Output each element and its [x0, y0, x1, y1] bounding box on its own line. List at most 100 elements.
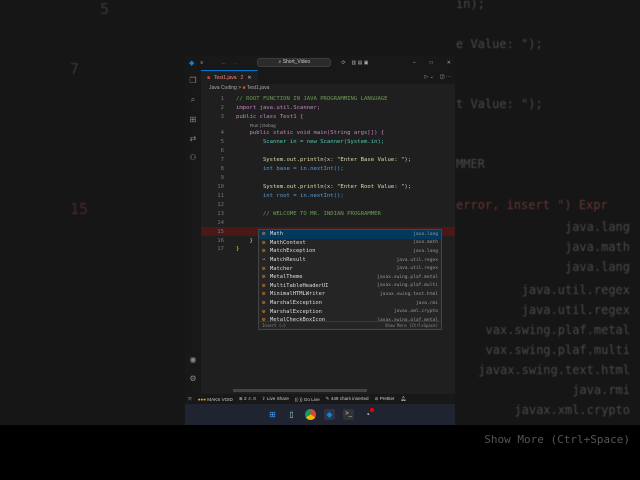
bg-text: java.lang: [564, 260, 630, 274]
line-number: 14: [217, 219, 224, 226]
code-line[interactable]: 9: [201, 174, 455, 183]
forward-icon[interactable]: →: [232, 60, 237, 66]
maximize-icon[interactable]: □: [430, 60, 433, 66]
bg-text: e Value: ");: [456, 37, 543, 51]
suggestion-label: Math: [270, 231, 283, 238]
suggestion-item[interactable]: ⚙ MarshalException javax.xml.crypto: [259, 307, 441, 316]
breadcrumb-folder[interactable]: Java Coding: [209, 85, 237, 91]
menu-icon[interactable]: ≡: [200, 60, 203, 66]
search-icon[interactable]: ⌕: [191, 95, 195, 105]
back-icon[interactable]: ←: [221, 60, 226, 66]
layout-icon[interactable]: ▥ ▤ ▣: [352, 60, 369, 66]
bg-text: 5: [100, 0, 110, 18]
suggestion-item[interactable]: ⚙ MarshalException java.rmi: [259, 299, 441, 308]
bg-text: 7: [70, 60, 80, 78]
suggestion-package: java.util.regex: [396, 266, 439, 272]
java-file-icon: ■: [242, 85, 246, 91]
suggestion-item[interactable]: ⊸ MatchResult java.util.regex: [259, 256, 441, 265]
obs-icon[interactable]: ◔: [362, 408, 374, 420]
windows-start-icon[interactable]: ⊞: [267, 409, 278, 420]
run-icon[interactable]: ▷ ⌄: [424, 74, 433, 80]
remote-icon[interactable]: ⇄: [190, 134, 197, 143]
bg-text: error, insert ") Expr: [456, 198, 608, 212]
bg-text: java.util.regex: [521, 303, 630, 317]
code-line[interactable]: 2 import java.util.Scanner;: [201, 104, 455, 113]
suggestion-label: MarshalException: [270, 300, 322, 307]
suggestion-item[interactable]: ⚙ MathContext java.math: [259, 239, 441, 248]
prettier-label: Prettier: [379, 396, 395, 401]
code-line[interactable]: 1 // ROOT FUNCTION IN JAVA PROGRAMMING LA…: [201, 95, 455, 104]
suggestion-label: MarshalException: [270, 308, 322, 315]
bg-text: java.util.regex: [521, 283, 630, 297]
line-number: 10: [217, 183, 224, 190]
prettier-item[interactable]: ⊘ Prettier: [375, 396, 395, 402]
live-share-icon[interactable]: ⚇: [189, 153, 196, 162]
go-live-item[interactable]: ((·)) Go Live: [295, 397, 320, 402]
code-line[interactable]: 12: [201, 200, 455, 209]
suggestion-item[interactable]: ⚙ MatchException java.lang: [259, 247, 441, 256]
minimize-icon[interactable]: –: [413, 60, 416, 66]
class-icon: ⚙: [262, 239, 266, 246]
code-line[interactable]: 8 int base = in.nextInt();: [201, 165, 455, 174]
code-line[interactable]: 14: [201, 218, 455, 227]
bg-text: javax.swing.text.html: [478, 363, 630, 377]
class-icon: ⚙: [262, 248, 266, 255]
close-icon[interactable]: ✕: [447, 60, 451, 66]
run-debug-codelens[interactable]: Run | Debug: [236, 123, 276, 128]
code-line[interactable]: 4 public static void main(String args[])…: [201, 129, 455, 138]
code-line[interactable]: 3 public class Test1 {: [201, 113, 455, 122]
code-line[interactable]: 11 int root = in.nextInt();: [201, 191, 455, 200]
vscode-taskbar-icon[interactable]: ◆: [324, 409, 335, 420]
bell-icon[interactable]: 🔔︎: [401, 396, 407, 402]
suggestion-item[interactable]: ⚙ Matcher java.util.regex: [259, 264, 441, 273]
code-text: // WELCOME TO MR. INDIAN PROGRAMMER: [236, 210, 381, 217]
code-line[interactable]: 10 System.out.println(x: "Enter Root Val…: [201, 182, 455, 191]
terminal-icon[interactable]: >_: [343, 409, 354, 420]
show-more-hint[interactable]: Show More (Ctrl+Space): [385, 323, 438, 328]
class-icon: ⚙: [262, 282, 266, 289]
account-icon[interactable]: ◉: [190, 355, 197, 364]
suggestion-widget: ⚙ Math java.lang ⚙ MathContext java.math ⚙ Matc…: [258, 229, 442, 330]
activity-bar: ❐ ⌕ ⊞ ⇄ ⚇ ◉ ⚙: [185, 70, 201, 395]
profile-item[interactable]: ●●● MAKS VOID: [198, 397, 233, 402]
suggestion-item[interactable]: ⚙ MultiTableHeaderUI javax.swing.plaf.mult…: [259, 282, 441, 291]
code-line[interactable]: 13 // WELCOME TO MR. INDIAN PROGRAMMER: [201, 209, 455, 218]
settings-gear-icon[interactable]: ⚙: [189, 374, 196, 383]
code-line[interactable]: 5 Scanner in = new Scanner(System.in);: [201, 138, 455, 147]
status-bar: ⤧ ●●● MAKS VOID ⊗ 2 ⚠ 0 ⇪ Live Share ((·…: [185, 394, 455, 404]
tab-test1-java[interactable]: ■ Test1.java 2 ✕: [201, 70, 258, 84]
live-share-item[interactable]: ⇪ Live Share: [262, 396, 289, 402]
command-search[interactable]: ⌕ Short_Video: [257, 58, 332, 67]
copilot-icon[interactable]: ⟳: [341, 60, 345, 66]
horizontal-scrollbar[interactable]: [233, 389, 367, 392]
codelens[interactable]: Run | Debug: [201, 122, 455, 129]
chars-label: 449 chars inserted: [330, 396, 369, 401]
problem-count: 2: [240, 74, 244, 81]
suggestion-item[interactable]: ⚙ MetalTheme javax.swing.plaf.metal: [259, 273, 441, 282]
explorer-icon[interactable]: ❐: [189, 76, 196, 85]
code-line[interactable]: 6: [201, 147, 455, 156]
suggestion-item[interactable]: ⚙ MinimalHTMLWriter javax.swing.text.html: [259, 290, 441, 299]
split-editor-icon[interactable]: ◫ ⋯: [440, 74, 451, 80]
problems-item[interactable]: ⊗ 2 ⚠ 0: [239, 396, 256, 402]
suggestion-package: javax.swing.text.html: [379, 291, 438, 297]
extensions-icon[interactable]: ⊞: [190, 115, 197, 124]
suggestion-package: javax.swing.plaf.multi: [377, 283, 438, 289]
tab-close-icon[interactable]: ✕: [247, 75, 251, 81]
error-count: 2: [243, 396, 247, 401]
title-bar: ◆ ≡ ← → ⌕ Short_Video ⟳ ▥ ▤ ▣ – □ ✕: [185, 55, 455, 70]
line-number: 8: [220, 166, 224, 173]
code-text: // ROOT FUNCTION IN JAVA PROGRAMMING LAN…: [236, 96, 388, 103]
code-line[interactable]: 7 System.out.println(x: "Enter Base Valu…: [201, 156, 455, 165]
bg-text: java.lang: [564, 220, 630, 234]
code-text: System.out.println(x: "Enter Root Value:…: [236, 183, 412, 190]
class-icon: ⚙: [262, 308, 266, 315]
remote-icon[interactable]: ⤧: [188, 397, 192, 402]
search-label: Short_Video: [282, 59, 311, 65]
notepad-icon[interactable]: ▯: [286, 409, 297, 420]
suggestion-item[interactable]: ⚙ Math java.lang: [259, 230, 441, 239]
breadcrumb-file[interactable]: Test1.java: [247, 85, 270, 91]
chrome-icon[interactable]: [305, 409, 316, 420]
line-number: 6: [220, 148, 224, 155]
suggestion-label: MultiTableHeaderUI: [270, 282, 329, 289]
